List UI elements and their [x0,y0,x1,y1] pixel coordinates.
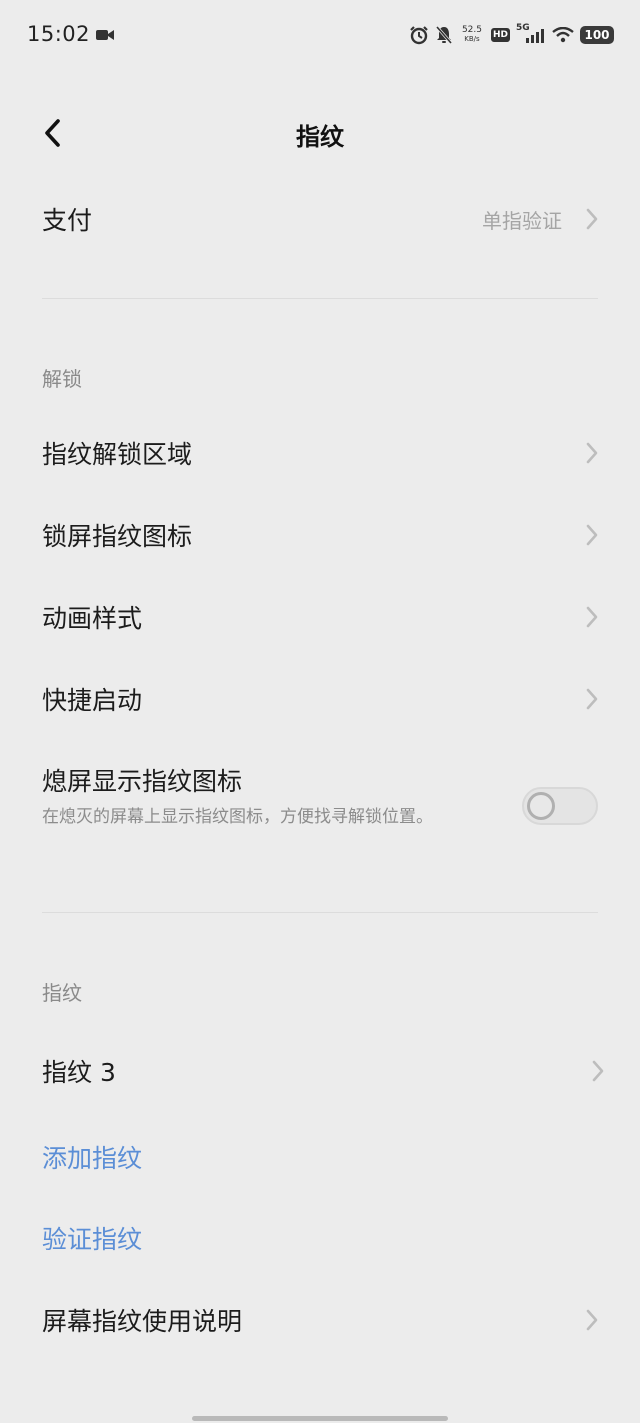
aod-fingerprint-description: 在熄灭的屏幕上显示指纹图标，方便找寻解锁位置。 [42,807,433,827]
payment-row[interactable]: 支付 单指验证 [0,196,640,242]
fingerprint-item-row[interactable]: 指纹 3 [0,1048,640,1094]
add-fingerprint-button[interactable]: 添加指纹 [42,1139,142,1175]
chevron-right-icon [590,1058,606,1084]
bell-muted-icon [435,26,453,44]
unlock-area-row[interactable]: 指纹解锁区域 [0,430,640,476]
network-speed: 52.5 KB/s [459,26,485,44]
fingerprint-item-label: 指纹 3 [42,1058,116,1087]
status-bar: 15:02 52.5 KB/s HD 5G 100 [0,0,640,70]
verify-fingerprint-row[interactable]: 验证指纹 [0,1215,640,1261]
lockscreen-icon-label: 锁屏指纹图标 [42,522,193,551]
chevron-right-icon [584,686,600,712]
aod-fingerprint-toggle[interactable] [522,787,598,825]
unlock-area-label: 指纹解锁区域 [42,440,193,469]
chevron-right-icon [584,522,600,548]
chevron-right-icon [584,1307,600,1333]
aod-fingerprint-label: 熄屏显示指纹图标 [42,767,243,796]
quick-launch-label: 快捷启动 [42,686,143,715]
chevron-right-icon [584,440,600,466]
animation-style-label: 动画样式 [42,604,143,633]
divider [42,912,598,913]
usage-guide-label: 屏幕指纹使用说明 [42,1307,243,1336]
alarm-icon [410,26,428,45]
toggle-knob [527,792,555,820]
add-fingerprint-row[interactable]: 添加指纹 [0,1134,640,1180]
chevron-right-icon [584,604,600,630]
quick-launch-row[interactable]: 快捷启动 [0,676,640,722]
page-title: 指纹 [296,123,344,151]
hd-badge: HD [490,28,510,42]
lockscreen-icon-row[interactable]: 锁屏指纹图标 [0,512,640,558]
status-icons: 52.5 KB/s HD 5G 100 [409,22,614,48]
unlock-section-header: 解锁 [42,367,82,391]
home-indicator[interactable] [192,1416,448,1421]
battery-indicator: 100 [580,26,614,44]
payment-value: 单指验证 [482,208,562,233]
video-camera-icon [96,30,114,40]
fingerprint-settings-screen: 15:02 52.5 KB/s HD 5G 100 指纹 支付 单指验证 解锁 … [0,0,640,1423]
wifi-icon [552,27,574,43]
verify-fingerprint-button[interactable]: 验证指纹 [42,1220,142,1256]
network-speed-value: 52.5 [461,25,482,35]
payment-label: 支付 [42,206,93,235]
signal-indicator: 5G [516,23,546,45]
divider [42,298,598,299]
usage-guide-row[interactable]: 屏幕指纹使用说明 [0,1297,640,1343]
network-speed-unit: KB/s [464,35,480,43]
animation-style-row[interactable]: 动画样式 [0,594,640,640]
signal-bars-icon [526,29,544,43]
fingerprint-section-header: 指纹 [42,981,82,1005]
chevron-right-icon [584,206,600,232]
status-time: 15:02 [27,22,91,46]
